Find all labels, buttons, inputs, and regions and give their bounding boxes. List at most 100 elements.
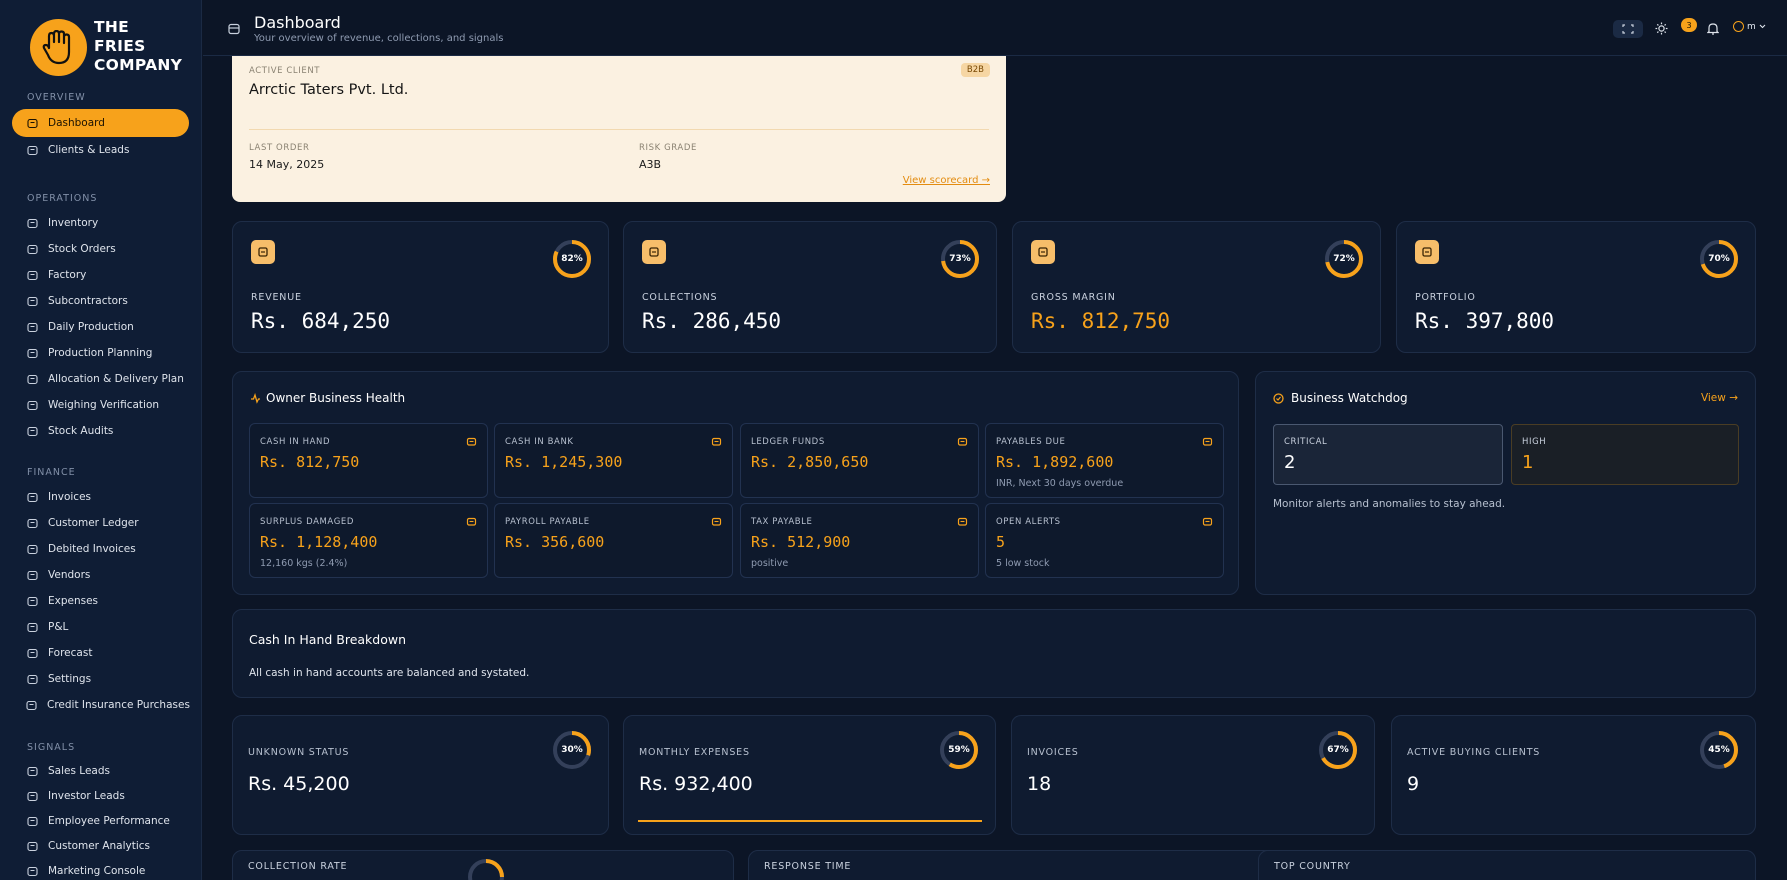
user-menu[interactable]: m bbox=[1733, 21, 1766, 32]
sidebar-item-debited-invoices[interactable]: Debited Invoices bbox=[12, 535, 189, 563]
health-cell-tax-payable[interactable]: TAX PAYABLE Rs. 512,900 positive bbox=[740, 503, 979, 578]
sidebar-item-dashboard[interactable]: Dashboard bbox=[12, 109, 189, 137]
health-cell-payables-due[interactable]: PAYABLES DUE Rs. 1,892,600 INR, Next 30 … bbox=[985, 423, 1224, 498]
avatar bbox=[1733, 21, 1744, 32]
sidebar-item-expenses[interactable]: Expenses bbox=[12, 587, 189, 615]
stat-card-invoices[interactable]: INVOICES 18 67% bbox=[1011, 715, 1375, 835]
health-cell-cash-in-hand[interactable]: CASH IN HAND Rs. 812,750 bbox=[249, 423, 488, 498]
debit-icon bbox=[26, 543, 38, 555]
risk-grade-value: A3B bbox=[639, 158, 662, 171]
sidebar-item-allocation-delivery-plan[interactable]: Allocation & Delivery Plan bbox=[12, 365, 189, 393]
sidebar-item-employee-performance[interactable]: Employee Performance bbox=[12, 807, 189, 835]
sidebar-item-label: Customer Ledger bbox=[48, 517, 139, 529]
sidebar-item-label: Customer Analytics bbox=[48, 840, 151, 852]
sidebar-item-weighing-verification[interactable]: Weighing Verification bbox=[12, 391, 189, 419]
sidebar-item-clients-leads[interactable]: Clients & Leads bbox=[12, 136, 189, 164]
stat-label: INVOICES bbox=[1027, 747, 1079, 758]
progress-ring: 70% bbox=[1700, 240, 1738, 278]
sidebar-section-label: SIGNALS bbox=[27, 742, 76, 753]
cash-breakdown-panel: Cash In Hand Breakdown All cash in hand … bbox=[232, 609, 1756, 698]
kpi-card-portfolio[interactable]: 70% PORTFOLIO Rs. 397,800 bbox=[1396, 221, 1756, 353]
sidebar-item-customer-analytics[interactable]: Customer Analytics bbox=[12, 832, 189, 860]
bell-icon[interactable] bbox=[1707, 22, 1719, 35]
sidebar-item-label: Expenses bbox=[48, 595, 99, 607]
critical-alerts-box[interactable]: CRITICAL 2 bbox=[1273, 424, 1503, 485]
stat-label: UNKNOWN STATUS bbox=[248, 747, 350, 758]
sidebar-item-label: Debited Invoices bbox=[48, 543, 136, 555]
health-cell-label: CASH IN HAND bbox=[260, 437, 331, 447]
clipboard-icon bbox=[26, 347, 38, 359]
kpi-card-collections[interactable]: 73% COLLECTIONS Rs. 286,450 bbox=[623, 221, 997, 353]
sidebar-item-stock-orders[interactable]: Stock Orders bbox=[12, 235, 189, 263]
vendor-icon bbox=[26, 569, 38, 581]
stat-card-active-buying-clients[interactable]: ACTIVE BUYING CLIENTS 9 45% bbox=[1391, 715, 1756, 835]
sidebar-item-vendors[interactable]: Vendors bbox=[12, 561, 189, 589]
health-cell-open-alerts[interactable]: OPEN ALERTS 5 5 low stock bbox=[985, 503, 1224, 578]
sidebar-item-credit-insurance-purchases[interactable]: Credit Insurance Purchases bbox=[12, 691, 190, 719]
progress-ring-label: 59% bbox=[948, 745, 970, 755]
chart-icon bbox=[26, 621, 38, 633]
sidebar-item-label: Factory bbox=[48, 269, 87, 281]
messages-button[interactable]: 3 bbox=[1681, 18, 1697, 32]
kpi-icon bbox=[1031, 240, 1055, 264]
sidebar-item-marketing-console[interactable]: Marketing Console bbox=[12, 857, 189, 880]
health-cell-icon bbox=[1202, 437, 1213, 446]
sidebar-item-factory[interactable]: Factory bbox=[12, 261, 189, 289]
health-cell-value: Rs. 812,750 bbox=[260, 453, 360, 471]
gear-icon bbox=[26, 673, 38, 685]
sidebar-item-settings[interactable]: Settings bbox=[12, 665, 189, 693]
health-cell-payroll-payable[interactable]: PAYROLL PAYABLE Rs. 356,600 bbox=[494, 503, 733, 578]
stat-card-monthly-expenses[interactable]: MONTHLY EXPENSES Rs. 932,400 59% bbox=[623, 715, 996, 835]
kpi-value: Rs. 397,800 bbox=[1415, 309, 1555, 333]
health-cell-value: Rs. 512,900 bbox=[751, 533, 851, 551]
sidebar-item-label: Weighing Verification bbox=[48, 399, 160, 411]
health-cell-subtext: 12,160 kgs (2.4%) bbox=[260, 558, 348, 569]
view-scorecard-link[interactable]: View scorecard → bbox=[903, 175, 990, 186]
health-cell-cash-in-bank[interactable]: CASH IN BANK Rs. 1,245,300 bbox=[494, 423, 733, 498]
sidebar-item-customer-ledger[interactable]: Customer Ledger bbox=[12, 509, 189, 537]
health-cell-value: Rs. 1,128,400 bbox=[260, 533, 378, 551]
sidebar-item-production-planning[interactable]: Production Planning bbox=[12, 339, 189, 367]
sidebar-item-subcontractors[interactable]: Subcontractors bbox=[12, 287, 189, 315]
sidebar-item-daily-production[interactable]: Daily Production bbox=[12, 313, 189, 341]
forecast-icon bbox=[26, 647, 38, 659]
progress-ring: 45% bbox=[1700, 731, 1738, 769]
sidebar-item-forecast[interactable]: Forecast bbox=[12, 639, 189, 667]
sidebar-item-label: Allocation & Delivery Plan bbox=[48, 373, 184, 385]
panel-icon[interactable] bbox=[228, 23, 240, 35]
kpi-card-revenue[interactable]: 82% REVENUE Rs. 684,250 bbox=[232, 221, 609, 353]
brand-line-2: FRIES bbox=[94, 37, 146, 55]
fullscreen-icon bbox=[1622, 24, 1634, 34]
watchdog-view-link[interactable]: View → bbox=[1701, 392, 1738, 404]
sidebar-item-label: Inventory bbox=[48, 217, 99, 229]
stat-label: ACTIVE BUYING CLIENTS bbox=[1407, 747, 1541, 758]
page-subtitle: Your overview of revenue, collections, a… bbox=[254, 33, 504, 44]
collection-rate-card: COLLECTION RATE bbox=[232, 850, 734, 880]
progress-ring-label: 45% bbox=[1708, 745, 1730, 755]
health-cell-label: PAYABLES DUE bbox=[996, 437, 1066, 447]
sidebar-item-p-l[interactable]: P&L bbox=[12, 613, 189, 641]
sidebar-item-label: Sales Leads bbox=[48, 765, 110, 777]
health-cell-icon bbox=[1202, 517, 1213, 526]
stat-value: 18 bbox=[1027, 773, 1052, 795]
dashboard-icon bbox=[26, 117, 38, 129]
stat-card-unknown-status[interactable]: UNKNOWN STATUS Rs. 45,200 30% bbox=[232, 715, 609, 835]
fullscreen-button[interactable] bbox=[1613, 20, 1643, 38]
health-cell-value: Rs. 1,892,600 bbox=[996, 453, 1114, 471]
sidebar-item-stock-audits[interactable]: Stock Audits bbox=[12, 417, 189, 445]
brand-name: THE FRIES COMPANY bbox=[94, 18, 182, 75]
sidebar-item-sales-leads[interactable]: Sales Leads bbox=[12, 757, 189, 785]
collection-rate-label: COLLECTION RATE bbox=[248, 861, 348, 872]
health-cell-ledger-funds[interactable]: LEDGER FUNDS Rs. 2,850,650 bbox=[740, 423, 979, 498]
progress-ring: 73% bbox=[941, 240, 979, 278]
sidebar-item-invoices[interactable]: Invoices bbox=[12, 483, 189, 511]
critical-label: CRITICAL bbox=[1284, 437, 1328, 447]
company-logo[interactable] bbox=[30, 19, 87, 76]
sidebar-section-label: OVERVIEW bbox=[27, 92, 86, 103]
sidebar-item-inventory[interactable]: Inventory bbox=[12, 209, 189, 237]
kpi-card-gross-margin[interactable]: 72% GROSS MARGIN Rs. 812,750 bbox=[1012, 221, 1381, 353]
theme-toggle-icon[interactable] bbox=[1655, 22, 1668, 35]
sidebar-item-investor-leads[interactable]: Investor Leads bbox=[12, 782, 189, 810]
high-alerts-box[interactable]: HIGH 1 bbox=[1511, 424, 1739, 485]
health-cell-surplus-damaged[interactable]: SURPLUS DAMAGED Rs. 1,128,400 12,160 kgs… bbox=[249, 503, 488, 578]
